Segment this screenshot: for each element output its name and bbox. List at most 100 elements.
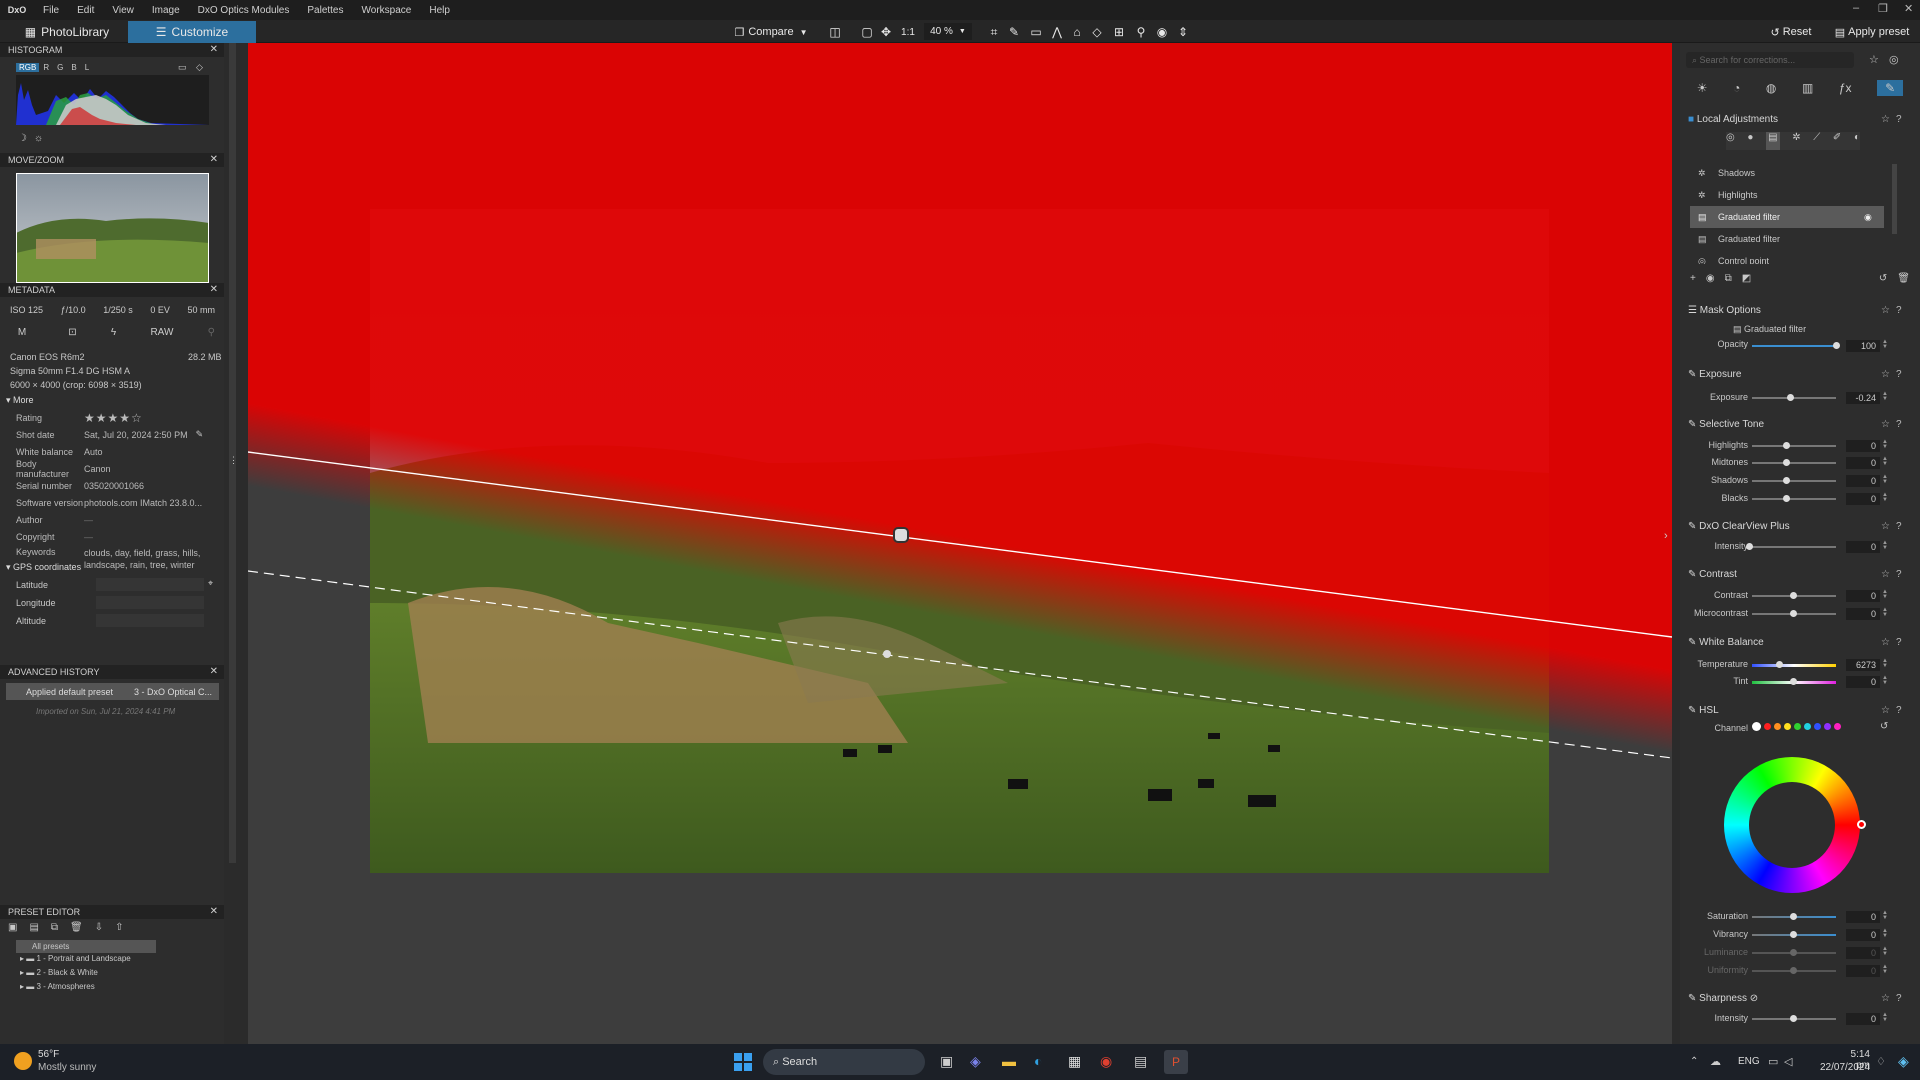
apply-preset-button[interactable]: ▤ Apply preset [1828, 21, 1916, 43]
eye-filter-icon[interactable]: ◎ [1889, 53, 1899, 66]
weather-temp[interactable]: 56°F [38, 1049, 59, 1060]
more-toggle[interactable]: ▾ More [6, 395, 34, 406]
edge-icon[interactable]: ◐ [1034, 1053, 1042, 1069]
latitude-field[interactable] [96, 578, 204, 591]
help-icon[interactable]: ? [1896, 705, 1902, 716]
help-icon[interactable]: ? [1896, 419, 1902, 430]
tone-shadows-value[interactable]: 0 [1846, 475, 1880, 487]
altitude-field[interactable] [96, 614, 204, 627]
contrast-value[interactable]: 0 [1846, 590, 1880, 602]
effects-tab-icon[interactable]: ƒx [1839, 81, 1852, 95]
ratio-button[interactable]: 1:1 [898, 21, 918, 43]
app-icon[interactable]: ▤ [1134, 1053, 1147, 1070]
opacity-value[interactable]: 100 [1846, 340, 1880, 352]
menu-optics-modules[interactable]: DxO Optics Modules [189, 5, 299, 16]
close-icon[interactable]: ✕ [210, 43, 218, 57]
invert-icon[interactable]: ◩ [1742, 273, 1751, 284]
mask-list-item[interactable]: ✲ Shadows [1690, 162, 1884, 184]
help-icon[interactable]: ? [1896, 305, 1902, 316]
star-icon[interactable]: ☆ [1881, 521, 1890, 532]
slider-knob[interactable] [1783, 442, 1790, 449]
light-tab-icon[interactable]: ☀ [1697, 81, 1708, 95]
color-tab-icon[interactable]: ◔ [1733, 81, 1740, 95]
slider-knob[interactable] [1790, 1015, 1797, 1022]
monitor-icon[interactable]: ▭ [178, 62, 187, 73]
horizon-icon[interactable]: ▭ [1028, 21, 1044, 43]
spinner-icon[interactable]: ▲ ▼ [1882, 492, 1888, 503]
slider-knob[interactable] [1783, 459, 1790, 466]
new-from-settings-icon[interactable]: ▤ [29, 922, 38, 933]
reset-button[interactable]: ↺ Reset [1762, 21, 1820, 43]
temperature-slider[interactable] [1752, 664, 1836, 667]
menu-file[interactable]: File [34, 5, 68, 16]
detail-tab-icon[interactable]: ◍ [1766, 81, 1776, 95]
slider-knob[interactable] [1783, 477, 1790, 484]
close-icon[interactable]: ✕ [210, 283, 218, 297]
task-view-icon[interactable]: ▣ [940, 1053, 953, 1070]
channel-red-swatch[interactable] [1764, 723, 1771, 730]
control-point-tool-icon[interactable]: ◎ [1726, 132, 1735, 150]
opacity-knob[interactable] [1833, 342, 1840, 349]
spinner-icon[interactable]: ▲ ▼ [1882, 391, 1888, 402]
perspective-rect-icon[interactable]: ⌂ [1068, 21, 1086, 43]
local-adjust-icon[interactable]: ⇕ [1174, 21, 1192, 43]
bell-icon[interactable]: ♢ [1876, 1055, 1886, 1068]
preset-item[interactable]: ▸ ▬ 2 - Black & White [20, 968, 98, 977]
clock-date[interactable]: 22/07/2024 [1820, 1062, 1870, 1073]
channel-purple-swatch[interactable] [1824, 723, 1831, 730]
compare-button[interactable]: ❐ Compare ▼ [726, 21, 816, 43]
mask-list-item[interactable]: ◎ Control point [1690, 250, 1884, 264]
help-icon[interactable]: ? [1896, 637, 1902, 648]
photolab-icon[interactable]: P [1164, 1050, 1188, 1074]
chevron-up-icon[interactable]: ⌃ [1690, 1056, 1698, 1067]
checkbox-icon[interactable]: ■ [1688, 114, 1694, 125]
tint-value[interactable]: 0 [1846, 676, 1880, 688]
mid-handle[interactable] [883, 650, 891, 658]
preset-item[interactable]: ▸ ▬ 1 - Portrait and Landscape [20, 954, 131, 963]
weather-text[interactable]: Mostly sunny [38, 1062, 96, 1073]
mask-list-scrollbar[interactable] [1892, 164, 1897, 234]
language-indicator[interactable]: ENG [1738, 1056, 1760, 1067]
slider-knob[interactable] [1790, 913, 1797, 920]
add-icon[interactable]: + [1690, 273, 1696, 284]
channel-yellow-swatch[interactable] [1784, 723, 1791, 730]
visibility-icon[interactable]: ◉ [1706, 273, 1715, 284]
menu-workspace[interactable]: Workspace [353, 5, 421, 16]
perspective-icon[interactable]: ⋀ [1048, 21, 1066, 43]
help-icon[interactable]: ? [1896, 569, 1902, 580]
tone-blacks-slider[interactable] [1752, 498, 1836, 500]
new-preset-icon[interactable]: ▣ [8, 922, 17, 933]
preset-item[interactable]: ▸ ▬ 3 - Atmospheres [20, 982, 95, 991]
trash-icon[interactable]: 🗑 [1897, 273, 1910, 284]
tone-blacks-value[interactable]: 0 [1846, 493, 1880, 505]
zoom-select[interactable]: 40 % ▼ [924, 23, 972, 40]
star-icon[interactable]: ☆ [1881, 705, 1890, 716]
fill-tool-icon[interactable]: ◐ [1854, 132, 1860, 150]
slider-knob[interactable] [1790, 931, 1797, 938]
mask-list-item[interactable]: ✲ Highlights [1690, 184, 1884, 206]
star-icon[interactable]: ☆ [1881, 305, 1890, 316]
tone-midtones-value[interactable]: 0 [1846, 457, 1880, 469]
help-icon[interactable]: ? [1896, 993, 1902, 1004]
close-icon[interactable]: ✕ [210, 905, 218, 919]
photo-canvas[interactable] [248, 43, 1672, 1044]
slider-knob[interactable] [1790, 678, 1797, 685]
menu-edit[interactable]: Edit [68, 5, 103, 16]
tone-midtones-slider[interactable] [1752, 462, 1836, 464]
saturation-value[interactable]: 0 [1846, 911, 1880, 923]
center-handle[interactable] [893, 527, 909, 543]
hue-handle[interactable] [1857, 820, 1866, 829]
tone-highlights-value[interactable]: 0 [1846, 440, 1880, 452]
star-icon[interactable]: ☆ [1881, 369, 1890, 380]
tone-highlights-slider[interactable] [1752, 445, 1836, 447]
mask-list-item-selected[interactable]: ▤ Graduated filter ◉ [1690, 206, 1884, 228]
file-explorer-icon[interactable]: ▬ [1002, 1053, 1016, 1069]
spinner-icon[interactable]: ▲ ▼ [1882, 456, 1888, 467]
line-tool-icon[interactable]: ⟋ [1813, 132, 1820, 150]
restore-button[interactable]: ❐ [1878, 2, 1888, 15]
microcontrast-value[interactable]: 0 [1846, 608, 1880, 620]
collapse-right-icon[interactable]: › [1664, 530, 1668, 542]
menu-image[interactable]: Image [143, 5, 189, 16]
spinner-icon[interactable]: ▲ ▼ [1882, 1012, 1888, 1023]
star-icon[interactable]: ☆ [1881, 114, 1890, 125]
